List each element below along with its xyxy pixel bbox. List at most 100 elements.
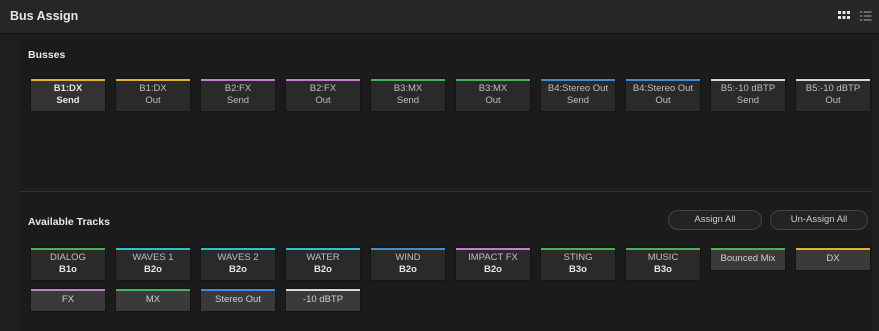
bus-assign-panel: Bus Assign Busses B1:DX Send B1:DX Out B2:FX… [0, 0, 879, 331]
color-bar [371, 79, 445, 81]
chip-label: DX [826, 253, 840, 264]
chip-label: STING [563, 252, 593, 263]
chip-sublabel: Out [825, 95, 841, 106]
chip-label: B4:Stereo Out [547, 83, 609, 94]
color-bar [541, 248, 615, 250]
available-tracks-heading: Available Tracks [28, 216, 110, 228]
bus-track-chip[interactable]: FX [30, 288, 106, 312]
color-bar [711, 79, 785, 81]
chip-label: B1:DX [53, 83, 83, 94]
track-chip[interactable]: WATER B2o [285, 247, 361, 281]
color-bar [286, 79, 360, 81]
unassign-all-button[interactable]: Un-Assign All [770, 210, 868, 230]
chip-label: B1:DX [139, 83, 167, 94]
chip-sublabel: B1o [59, 264, 77, 275]
color-bar [286, 248, 360, 250]
panel-title: Bus Assign [10, 9, 79, 23]
color-bar [201, 79, 275, 81]
chip-sublabel: B2o [484, 264, 502, 275]
bus-chip[interactable]: B5:-10 dBTP Out [795, 78, 871, 112]
chip-sublabel: Send [736, 95, 760, 106]
bus-track-chip[interactable]: -10 dBTP [285, 288, 361, 312]
bus-chip[interactable]: B1:DX Send [30, 78, 106, 112]
bus-track-chip[interactable]: MX [115, 288, 191, 312]
bus-chip[interactable]: B3:MX Send [370, 78, 446, 112]
chip-label: MUSIC [647, 252, 679, 263]
chip-sublabel: Out [315, 95, 331, 106]
color-bar [116, 248, 190, 250]
bus-chip[interactable]: B4:Stereo Out Out [625, 78, 701, 112]
chip-label: B2:FX [224, 83, 252, 94]
bus-chip[interactable]: B3:MX Out [455, 78, 531, 112]
busses-area [20, 40, 872, 188]
grid-view-icon[interactable] [837, 9, 851, 23]
chip-label: B4:Stereo Out [632, 83, 694, 94]
color-bar [31, 79, 105, 81]
chip-label: B5:-10 dBTP [720, 83, 776, 94]
chip-sublabel: Out [485, 95, 501, 106]
chip-sublabel: B2o [144, 264, 162, 275]
chip-sublabel: Send [226, 95, 250, 106]
bus-chip[interactable]: B2:FX Send [200, 78, 276, 112]
chip-sublabel: Send [566, 95, 590, 106]
color-bar [626, 79, 700, 81]
color-bar [796, 79, 870, 81]
color-bar [371, 248, 445, 250]
color-bar [456, 79, 530, 81]
color-bar [796, 248, 870, 250]
chip-label: Bounced Mix [720, 253, 776, 264]
chip-label: B2:FX [309, 83, 337, 94]
track-chip[interactable]: WAVES 2 B2o [200, 247, 276, 281]
track-chip[interactable]: IMPACT FX B2o [455, 247, 531, 281]
bus-track-chip[interactable]: Bounced Mix [710, 247, 786, 271]
chip-label: WAVES 2 [217, 252, 259, 263]
chip-label: B3:MX [393, 83, 423, 94]
chip-label: -10 dBTP [302, 294, 344, 305]
color-bar [116, 79, 190, 81]
color-bar [31, 289, 105, 291]
bus-chip[interactable]: B2:FX Out [285, 78, 361, 112]
chip-sublabel: B2o [314, 264, 332, 275]
color-bar [116, 289, 190, 291]
chip-label: WAVES 1 [132, 252, 174, 263]
chip-sublabel: B3o [654, 264, 672, 275]
track-chip[interactable]: WAVES 1 B2o [115, 247, 191, 281]
color-bar [626, 248, 700, 250]
chip-sublabel: B2o [229, 264, 247, 275]
chip-label: FX [61, 294, 75, 305]
chip-sublabel: Out [145, 95, 161, 106]
track-chip[interactable]: WIND B2o [370, 247, 446, 281]
chip-sublabel: B3o [569, 264, 587, 275]
chip-label: WIND [395, 252, 421, 263]
bus-track-chip[interactable]: DX [795, 247, 871, 271]
assign-all-button[interactable]: Assign All [668, 210, 762, 230]
chip-label: MX [145, 294, 161, 305]
list-view-icon[interactable] [859, 9, 873, 23]
chip-sublabel: Send [396, 95, 420, 106]
chip-sublabel: B2o [399, 264, 417, 275]
bus-chip[interactable]: B4:Stereo Out Send [540, 78, 616, 112]
bus-track-chip[interactable]: Stereo Out [200, 288, 276, 312]
track-chip[interactable]: DIALOG B1o [30, 247, 106, 281]
chip-sublabel: Out [655, 95, 671, 106]
track-chip[interactable]: MUSIC B3o [625, 247, 701, 281]
chip-label: B5:-10 dBTP [805, 83, 861, 94]
color-bar [456, 248, 530, 250]
bus-chip[interactable]: B5:-10 dBTP Send [710, 78, 786, 112]
color-bar [541, 79, 615, 81]
chip-label: IMPACT FX [468, 252, 518, 263]
color-bar [201, 289, 275, 291]
track-chip[interactable]: STING B3o [540, 247, 616, 281]
chip-label: DIALOG [50, 252, 86, 263]
busses-heading: Busses [28, 49, 66, 61]
chip-label: B3:MX [478, 83, 508, 94]
color-bar [201, 248, 275, 250]
color-bar [31, 248, 105, 250]
chip-label: WATER [306, 252, 340, 263]
chip-label: Stereo Out [215, 294, 261, 305]
view-toggle [837, 9, 873, 23]
color-bar [711, 248, 785, 250]
bus-chip[interactable]: B1:DX Out [115, 78, 191, 112]
title-bar: Bus Assign [0, 0, 879, 34]
chip-sublabel: Send [56, 95, 80, 106]
